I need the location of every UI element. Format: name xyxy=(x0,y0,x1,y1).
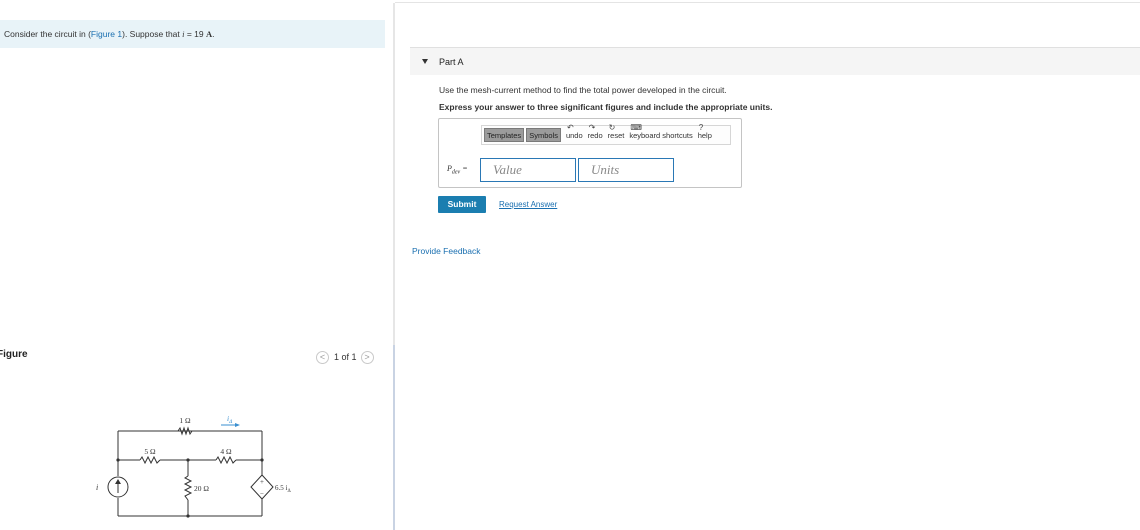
undo-icon: ↶ xyxy=(566,122,574,132)
resistor-label: 1 Ω xyxy=(179,416,191,425)
submit-button[interactable]: Submit xyxy=(438,196,486,213)
answer-row: Pdev = Value Units xyxy=(447,158,674,182)
node xyxy=(186,458,190,462)
undo-label: undo xyxy=(565,130,583,140)
chevron-left-icon: < xyxy=(319,351,326,362)
help-button[interactable]: ? help xyxy=(697,123,712,140)
resistor-label: 5 Ω xyxy=(144,447,156,456)
chevron-right-icon: > xyxy=(364,351,370,362)
part-title: Part A xyxy=(439,56,464,67)
request-answer-link[interactable]: Request Answer xyxy=(499,200,557,209)
reset-icon: ↻ xyxy=(608,122,616,132)
help-label: help xyxy=(697,130,712,140)
figure-link[interactable]: Figure 1 xyxy=(91,29,122,39)
keyboard-label: keyboard shortcuts xyxy=(629,130,693,140)
source-label: i xyxy=(96,483,98,492)
left-pane: Consider the circuit in (Figure 1). Supp… xyxy=(0,0,394,530)
undo-button[interactable]: ↶ undo xyxy=(565,123,583,140)
provide-feedback-link[interactable]: Provide Feedback xyxy=(412,246,481,256)
node xyxy=(260,458,264,462)
part-a-header[interactable]: Part A xyxy=(410,47,1140,75)
problem-text: . xyxy=(212,29,215,39)
reset-button[interactable]: ↻ reset xyxy=(607,123,625,140)
current-arrowhead-icon xyxy=(235,423,240,427)
answer-label: Pdev = xyxy=(447,164,468,176)
templates-button[interactable]: Templates xyxy=(484,128,525,142)
instruction-text: Express your answer to three significant… xyxy=(439,102,773,112)
problem-statement: Consider the circuit in (Figure 1). Supp… xyxy=(0,20,385,48)
resistor-4-ohm xyxy=(215,455,237,465)
math-toolbar: Templates Symbols ↶ undo ↷ redo ↻ reset ⌨ ke… xyxy=(481,123,731,145)
keyboard-icon: ⌨ xyxy=(630,122,642,132)
reset-label: reset xyxy=(607,130,625,140)
prev-figure-button[interactable]: < xyxy=(316,350,329,364)
plus-sign: + xyxy=(260,478,264,486)
value-input[interactable]: Value xyxy=(480,158,576,182)
caret-down-icon xyxy=(422,59,428,64)
resistor-label: 20 Ω xyxy=(194,484,209,493)
answer-box: Templates Symbols ↶ undo ↷ redo ↻ reset ⌨ ke… xyxy=(438,118,742,188)
arrow-up-icon xyxy=(115,479,121,484)
redo-label: redo xyxy=(587,130,603,140)
resistor-20-ohm xyxy=(183,475,193,501)
keyboard-shortcuts-button[interactable]: ⌨ keyboard shortcuts xyxy=(629,123,693,140)
figure-count: 1 of 1 xyxy=(334,352,357,362)
redo-icon: ↷ xyxy=(588,122,596,132)
figure-label: Figure xyxy=(0,349,28,360)
units-input[interactable]: Units xyxy=(578,158,674,182)
resistor-5-ohm xyxy=(139,455,161,465)
redo-button[interactable]: ↷ redo xyxy=(587,123,603,140)
problem-text: Consider the circuit in ( xyxy=(4,29,91,39)
question-text: Use the mesh-current method to find the … xyxy=(439,85,727,95)
circuit-diagram: + − 1 Ω 5 Ω 4 Ω 20 Ω iΔ i 6.5 iΔ xyxy=(96,414,291,518)
figure-pager: < 1 of 1 > xyxy=(316,349,374,365)
minus-sign: − xyxy=(260,490,264,498)
dependent-source-label: 6.5 iΔ xyxy=(275,484,291,494)
node xyxy=(186,514,190,518)
resistor-label: 4 Ω xyxy=(220,447,232,456)
current-label: iΔ xyxy=(227,414,232,425)
symbols-button[interactable]: Symbols xyxy=(526,128,561,142)
problem-text: ). Suppose that xyxy=(122,29,183,39)
help-icon: ? xyxy=(698,122,704,132)
right-pane: Part A Use the mesh-current method to fi… xyxy=(395,0,1140,530)
node xyxy=(116,458,120,462)
problem-text: = 19 xyxy=(184,29,207,39)
next-figure-button[interactable]: > xyxy=(360,350,374,364)
